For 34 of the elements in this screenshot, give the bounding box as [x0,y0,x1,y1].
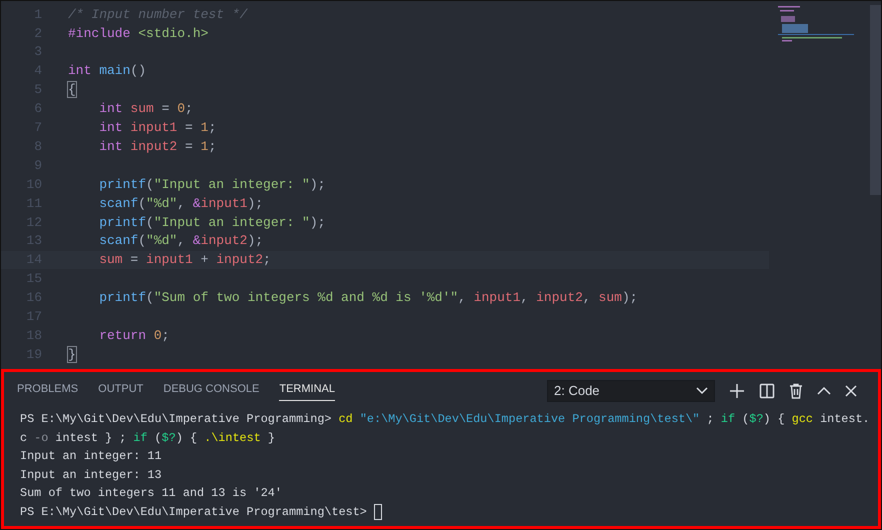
trash-icon[interactable] [789,383,803,399]
panel-tab[interactable]: DEBUG CONSOLE [163,381,260,401]
code-line: #include <stdio.h> [68,24,208,43]
panel-tab[interactable]: TERMINAL [279,381,335,401]
plus-icon[interactable] [729,383,745,399]
panel-tab[interactable]: PROBLEMS [17,381,78,401]
code-line: /* Input number test */ [68,6,248,24]
chevron-down-icon [696,387,708,395]
code-line: sum = input1 + input2; [98,251,271,270]
panel-tab[interactable]: OUTPUT [98,381,144,401]
code-line: return 0; [98,326,170,345]
close-icon[interactable] [845,385,857,397]
code-line: int input1 = 1; [98,119,216,138]
scrollbar-thumb[interactable] [870,5,881,195]
code-line: int main() [68,62,146,80]
terminal-select[interactable]: 2: Code [547,380,715,402]
code-line: printf("Input an integer: "); [98,176,326,194]
split-panel-icon[interactable] [759,383,775,399]
code-line: { [68,81,76,100]
code-line: scanf("%d", &input1); [98,194,264,213]
terminal-line: Sum of two integers 11 and 13 is '24' [20,485,282,502]
code-line: int sum = 0; [98,100,193,118]
terminal-line: c -o intest } ; if ($?) { .\intest } [20,430,275,446]
terminal-line: Input an integer: 11 [20,448,162,465]
code-line: } [68,346,76,364]
code-line: printf("Input an integer: "); [98,214,326,232]
code-line: int input2 = 1; [98,138,216,156]
code-line: scanf("%d", &input2); [98,232,264,250]
terminal-line: PS E:\My\Git\Dev\Edu\Imperative Programming\test> [20,504,368,520]
chevron-up-icon[interactable] [817,386,831,396]
text-cursor [374,504,382,520]
code-line: printf("Sum of two integers %d and %d is '%d'", input1, input2, sum); [98,289,638,308]
terminal-line: Input an integer: 13 [20,466,162,484]
terminal-line: PS E:\My\Git\Dev\Edu\Imperative Programming> cd "e:\My\Git\Dev\Edu\Imperative Programming\test\" ; if ($?) { gcc intest. [20,411,870,428]
